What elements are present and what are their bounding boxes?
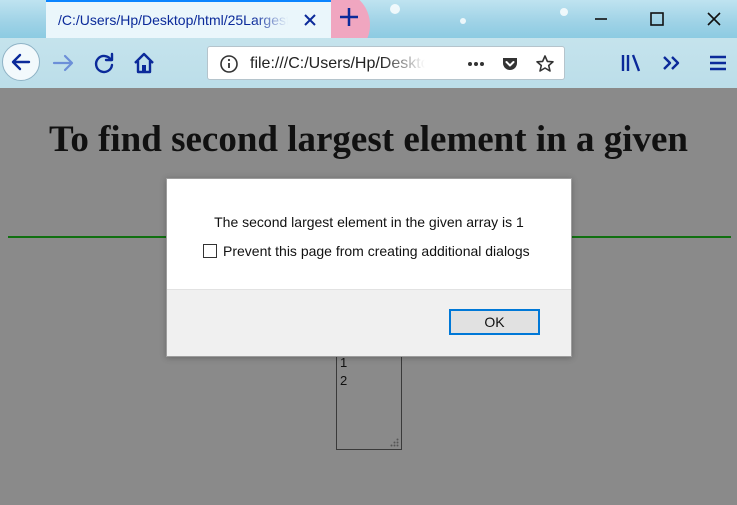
ok-button[interactable]: OK <box>449 309 540 335</box>
prevent-dialogs-checkbox[interactable] <box>203 244 217 258</box>
alert-dialog: The second largest element in the given … <box>166 178 572 357</box>
library-icon[interactable] <box>617 49 645 77</box>
theme-decoration <box>460 18 466 24</box>
title-bar: /C:/Users/Hp/Desktop/html/25Largest <box>0 0 737 38</box>
theme-decoration <box>390 4 400 14</box>
url-bar[interactable]: file:///C:/Users/Hp/Desktop/html/25Large… <box>207 46 565 80</box>
back-button[interactable] <box>2 43 40 81</box>
textarea-line: 2 <box>340 373 348 388</box>
close-icon[interactable] <box>301 11 319 29</box>
array-textarea[interactable]: 1 2 <box>336 343 402 450</box>
chevrons-right-icon[interactable] <box>658 49 686 77</box>
nav-bar: file:///C:/Users/Hp/Desktop/html/25Large… <box>0 38 737 88</box>
reload-icon[interactable] <box>90 49 118 77</box>
dialog-message: The second largest element in the given … <box>214 214 524 230</box>
minimize-icon[interactable] <box>591 9 611 29</box>
prevent-dialogs-option[interactable]: Prevent this page from creating addition… <box>203 243 530 259</box>
url-text[interactable]: file:///C:/Users/Hp/Desktop/html/25Large… <box>250 55 425 73</box>
tab-title: /C:/Users/Hp/Desktop/html/25Largest <box>58 12 288 28</box>
star-icon[interactable] <box>535 54 555 74</box>
pocket-icon[interactable] <box>500 54 520 74</box>
theme-decoration <box>560 8 568 16</box>
dialog-footer: OK <box>167 289 571 356</box>
tab-active[interactable]: /C:/Users/Hp/Desktop/html/25Largest <box>46 0 331 38</box>
maximize-icon[interactable] <box>647 9 667 29</box>
arrow-right-icon[interactable] <box>50 49 78 77</box>
more-dots-icon[interactable] <box>466 54 486 74</box>
info-icon[interactable] <box>219 54 239 74</box>
arrow-left-icon <box>11 53 31 71</box>
checkbox-label: Prevent this page from creating addition… <box>223 243 530 259</box>
hamburger-icon[interactable] <box>704 49 732 77</box>
page-title: To find second largest element in a give… <box>49 119 688 160</box>
resize-grip-icon[interactable] <box>389 437 399 447</box>
home-icon[interactable] <box>130 49 158 77</box>
plus-icon[interactable] <box>338 6 360 28</box>
window-close-icon[interactable] <box>704 9 724 29</box>
